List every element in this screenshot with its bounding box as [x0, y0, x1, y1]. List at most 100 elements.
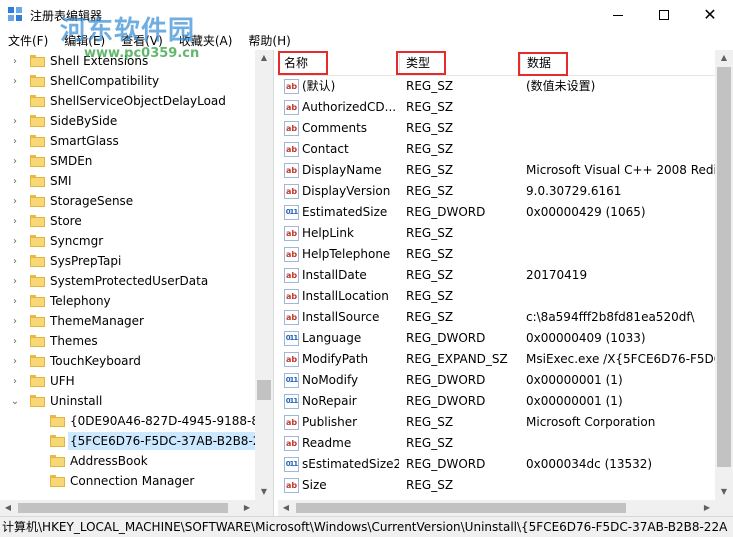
menu-edit[interactable]: 编辑(E)	[56, 32, 113, 49]
chevron-right-icon[interactable]: ›	[10, 176, 20, 187]
scroll-thumb[interactable]	[18, 503, 228, 513]
chevron-right-icon[interactable]: ›	[10, 236, 20, 247]
value-row[interactable]: ab DisplayVersion REG_SZ 9.0.30729.6161	[278, 181, 715, 202]
tree-item[interactable]: › Themes	[0, 331, 255, 351]
key-tree-pane[interactable]: › Shell Extensions › ShellCompatibility Shel…	[0, 50, 274, 516]
tree-item[interactable]: ⌄ Uninstall	[0, 391, 255, 411]
value-row[interactable]: ab Size REG_SZ	[278, 475, 715, 496]
chevron-right-icon[interactable]: ›	[10, 256, 20, 267]
scroll-thumb[interactable]	[296, 503, 626, 513]
maximize-button[interactable]	[641, 0, 687, 30]
tree-item[interactable]: › Shell Extensions	[0, 51, 255, 71]
chevron-right-icon[interactable]: ›	[10, 316, 20, 327]
value-name: ModifyPath	[302, 352, 369, 366]
value-row[interactable]: 011 Language REG_DWORD 0x00000409 (1033)	[278, 328, 715, 349]
scroll-down-icon[interactable]: ▼	[715, 484, 733, 500]
tree-item[interactable]: › TouchKeyboard	[0, 351, 255, 371]
value-row[interactable]: ab InstallLocation REG_SZ	[278, 286, 715, 307]
value-row[interactable]: ab Comments REG_SZ	[278, 118, 715, 139]
tree-item[interactable]: › StorageSense	[0, 191, 255, 211]
tree-item[interactable]: Connection Manager	[0, 471, 255, 491]
tree-vertical-scrollbar[interactable]: ▲ ▼	[255, 50, 273, 500]
tree-item-label: TouchKeyboard	[50, 354, 141, 368]
folder-icon	[30, 395, 45, 407]
tree-item[interactable]: › SystemProtectedUserData	[0, 271, 255, 291]
value-row[interactable]: ab (默认) REG_SZ (数值未设置)	[278, 76, 715, 97]
chevron-right-icon[interactable]: ›	[10, 196, 20, 207]
value-row[interactable]: 011 EstimatedSize REG_DWORD 0x00000429 (106…	[278, 202, 715, 223]
menu-file[interactable]: 文件(F)	[0, 32, 56, 49]
chevron-right-icon[interactable]: ›	[10, 336, 20, 347]
chevron-right-icon[interactable]: ›	[10, 116, 20, 127]
chevron-right-icon[interactable]: ›	[10, 276, 20, 287]
tree-item[interactable]: AddressBook	[0, 451, 255, 471]
scroll-thumb[interactable]	[257, 380, 271, 400]
tree-item[interactable]: › ThemeManager	[0, 311, 255, 331]
chevron-right-icon[interactable]: ›	[10, 156, 20, 167]
tree-item[interactable]: › SysPrepTapi	[0, 251, 255, 271]
string-value-icon: ab	[284, 310, 299, 325]
chevron-right-icon[interactable]: ›	[10, 216, 20, 227]
value-name: Publisher	[302, 415, 358, 429]
value-name: InstallLocation	[302, 289, 389, 303]
menu-favorites[interactable]: 收藏夹(A)	[171, 32, 241, 49]
folder-icon	[30, 175, 45, 187]
chevron-down-icon[interactable]: ⌄	[10, 396, 20, 407]
scroll-left-icon[interactable]: ◀	[278, 500, 294, 516]
tree-item[interactable]: › SideBySide	[0, 111, 255, 131]
chevron-right-icon[interactable]: ›	[10, 76, 20, 87]
value-row[interactable]: ab HelpLink REG_SZ	[278, 223, 715, 244]
tree-item[interactable]: {0DE90A46-827D-4945-9188-877	[0, 411, 273, 431]
values-pane[interactable]: 名称 类型 数据 ab (默认) REG_SZ (数值未设置) ab Authorized…	[278, 50, 733, 516]
value-row[interactable]: 011 sEstimatedSize2 REG_DWORD 0x000034dc (1…	[278, 454, 715, 475]
values-horizontal-scrollbar[interactable]: ◀ ▶	[278, 500, 715, 516]
column-header-data[interactable]: 数据	[521, 50, 711, 76]
chevron-right-icon[interactable]: ›	[10, 56, 20, 67]
tree-item[interactable]: › Store	[0, 211, 255, 231]
scroll-up-icon[interactable]: ▲	[255, 50, 273, 66]
tree-item[interactable]: ShellServiceObjectDelayLoad	[0, 91, 255, 111]
scroll-right-icon[interactable]: ▶	[239, 500, 255, 516]
minimize-button[interactable]	[595, 0, 641, 30]
scroll-right-icon[interactable]: ▶	[699, 500, 715, 516]
tree-item[interactable]: › Telephony	[0, 291, 255, 311]
value-row[interactable]: ab InstallDate REG_SZ 20170419	[278, 265, 715, 286]
value-row[interactable]: 011 NoRepair REG_DWORD 0x00000001 (1)	[278, 391, 715, 412]
tree-item[interactable]: {5FCE6D76-F5DC-37AB-B2B8-22	[0, 431, 271, 451]
tree-item[interactable]: › SmartGlass	[0, 131, 255, 151]
menu-view[interactable]: 查看(V)	[113, 32, 171, 49]
values-vertical-scrollbar[interactable]: ▲ ▼	[715, 50, 733, 500]
value-row[interactable]: ab Publisher REG_SZ Microsoft Corporation	[278, 412, 715, 433]
tree-item[interactable]: › Syncmgr	[0, 231, 255, 251]
scroll-down-icon[interactable]: ▼	[255, 484, 273, 500]
tree-item[interactable]: › UFH	[0, 371, 255, 391]
scroll-thumb[interactable]	[717, 67, 731, 467]
tree-item[interactable]: › ShellCompatibility	[0, 71, 255, 91]
value-row[interactable]: ab Contact REG_SZ	[278, 139, 715, 160]
column-header-type[interactable]: 类型	[400, 50, 520, 76]
menu-help[interactable]: 帮助(H)	[240, 32, 298, 49]
value-row[interactable]: ab DisplayName REG_SZ Microsoft Visual C++ …	[278, 160, 715, 181]
value-row[interactable]: ab InstallSource REG_SZ c:\8a594fff2b8fd81e…	[278, 307, 715, 328]
tree-horizontal-scrollbar[interactable]: ◀ ▶	[0, 500, 255, 516]
folder-icon	[30, 155, 45, 167]
value-type: REG_DWORD	[406, 331, 486, 345]
chevron-right-icon[interactable]: ›	[10, 296, 20, 307]
value-row[interactable]: ab Readme REG_SZ	[278, 433, 715, 454]
tree-item-label: ThemeManager	[50, 314, 144, 328]
chevron-right-icon[interactable]: ›	[10, 376, 20, 387]
value-row[interactable]: ab AuthorizedCD... REG_SZ	[278, 97, 715, 118]
chevron-right-icon[interactable]: ›	[10, 136, 20, 147]
value-row[interactable]: 011 NoModify REG_DWORD 0x00000001 (1)	[278, 370, 715, 391]
value-row[interactable]: ab HelpTelephone REG_SZ	[278, 244, 715, 265]
scroll-left-icon[interactable]: ◀	[0, 500, 16, 516]
close-button[interactable]: ✕	[687, 0, 733, 30]
binary-value-icon: 011	[284, 205, 299, 220]
chevron-right-icon[interactable]: ›	[10, 356, 20, 367]
scroll-up-icon[interactable]: ▲	[715, 50, 733, 66]
value-row[interactable]: ab ModifyPath REG_EXPAND_SZ MsiExec.exe /X{…	[278, 349, 715, 370]
column-header-name[interactable]: 名称	[278, 50, 399, 76]
value-type: REG_SZ	[406, 100, 454, 114]
tree-item[interactable]: › SMDEn	[0, 151, 255, 171]
tree-item[interactable]: › SMI	[0, 171, 255, 191]
